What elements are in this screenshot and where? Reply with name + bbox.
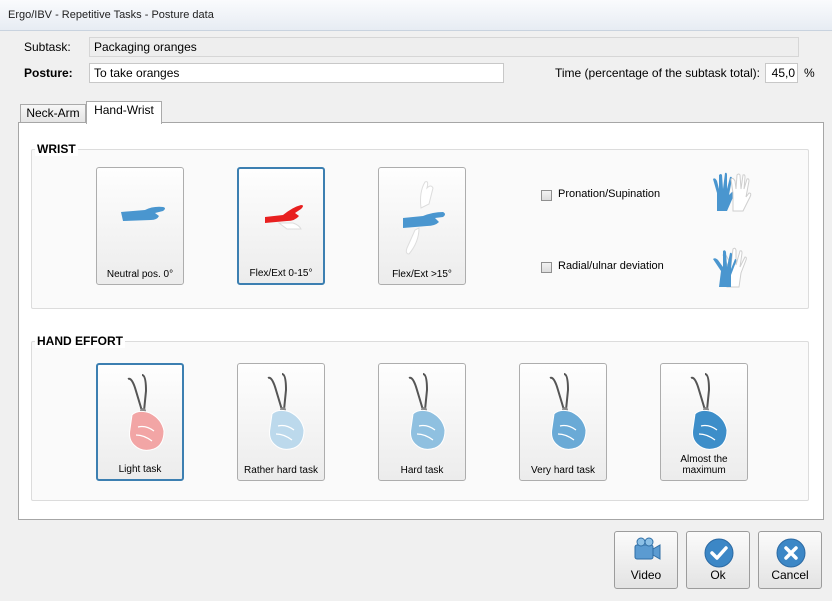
hand-effort-tile[interactable]: Light task [96, 363, 184, 481]
pronation-label: Pronation/Supination [558, 188, 661, 200]
hand-scissors-icon [267, 373, 305, 450]
posture-input[interactable]: To take oranges [89, 63, 504, 83]
hand-effort-tile[interactable]: Hard task [378, 363, 466, 481]
time-input[interactable]: 45,0 [765, 63, 798, 83]
hand-effort-tile-label: Light task [118, 464, 162, 475]
hand-flex-small-icon [265, 205, 303, 230]
hand-effort-tile-label: Rather hard task [244, 465, 318, 476]
time-unit: % [804, 66, 815, 80]
pronation-icon [713, 172, 752, 212]
wrist-tile-label: Flex/Ext 0-15° [249, 268, 313, 279]
subtask-field: Packaging oranges [89, 37, 799, 57]
hand-effort-tile-label: Hard task [400, 465, 444, 476]
deviation-label: Radial/ulnar deviation [558, 260, 664, 272]
hand-wrist-panel: WRIST Neutral pos. 0° Flex/Ext 0-15° Fle… [18, 122, 824, 520]
hand-scissors-icon [408, 373, 446, 450]
checkmark-icon [704, 538, 734, 568]
close-icon [776, 538, 806, 568]
hand-neutral-icon [121, 206, 165, 221]
hand-scissors-icon [549, 373, 587, 450]
wrist-tile-label: Flex/Ext >15° [392, 269, 452, 280]
hand-effort-tile[interactable]: Very hard task [519, 363, 607, 481]
tab-hand-wrist[interactable]: Hand-Wrist [86, 101, 162, 124]
hand-effort-tile[interactable]: Rather hard task [237, 363, 325, 481]
video-camera-icon [634, 537, 661, 560]
hand-effort-tile-label: Almost the maximum [680, 454, 728, 476]
hand-effort-title: HAND EFFORT [35, 334, 125, 348]
subtask-label: Subtask: [24, 40, 71, 54]
ok-button-label: Ok [710, 568, 726, 582]
wrist-tile-label: Neutral pos. 0° [106, 269, 174, 280]
cancel-button[interactable]: Cancel [758, 531, 822, 589]
title-bar: Ergo/IBV - Repetitive Tasks - Posture da… [0, 0, 832, 31]
deviation-checkbox[interactable] [541, 262, 552, 273]
tab-neck-arm[interactable]: Neck-Arm [20, 104, 86, 123]
hand-scissors-icon [127, 374, 165, 451]
wrist-tile-neutral[interactable]: Neutral pos. 0° [96, 167, 184, 285]
hand-scissors-icon [690, 373, 728, 450]
time-label: Time (percentage of the subtask total): [555, 66, 760, 80]
video-button-label: Video [630, 568, 662, 582]
wrist-title: WRIST [35, 142, 78, 156]
ok-button[interactable]: Ok [686, 531, 750, 589]
wrist-tile-flex-small[interactable]: Flex/Ext 0-15° [237, 167, 325, 285]
cancel-button-label: Cancel [771, 568, 809, 582]
deviation-icon [713, 247, 747, 288]
hand-effort-tile[interactable]: Almost the maximum [660, 363, 748, 481]
hand-flex-large-icon [403, 181, 445, 255]
window-title: Ergo/IBV - Repetitive Tasks - Posture da… [8, 9, 214, 21]
video-button[interactable]: Video [614, 531, 678, 589]
hand-effort-tile-label: Very hard task [531, 465, 595, 476]
wrist-tile-flex-large[interactable]: Flex/Ext >15° [378, 167, 466, 285]
pronation-checkbox[interactable] [541, 190, 552, 201]
posture-label: Posture: [24, 66, 73, 80]
